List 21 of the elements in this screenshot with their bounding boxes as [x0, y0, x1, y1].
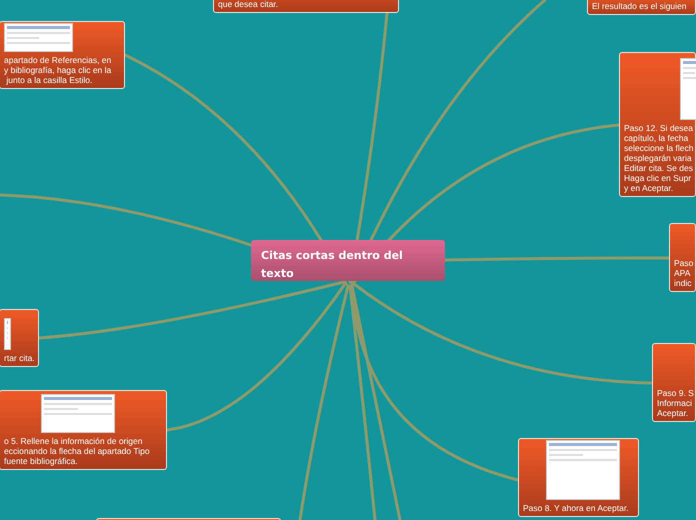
topic-node[interactable]: que desea citar. — [213, 0, 399, 13]
node-text: rtar cita. — [4, 353, 36, 363]
topic-node[interactable]: rtar cita. — [0, 309, 39, 367]
node-text: apartado de Referencias, en y bibliografía, haga clic en la junto a la casilla Estilo. — [4, 55, 112, 85]
node-text: que desea citar. — [218, 0, 280, 9]
screenshot-thumbnail — [4, 318, 11, 350]
topic-node[interactable]: apartado de Referencias, en y bibliografía, haga clic en la junto a la casilla Estilo. — [0, 21, 125, 89]
topic-node[interactable]: o 5. Rellene la información de origen eccionando la flecha del apartado Tipo fuente bibliográfica. — [0, 390, 167, 470]
node-text: El resultado es el siguien — [592, 1, 688, 11]
node-text: o 5. Rellene la información de origen eccionando la flecha del apartado Tipo fuente bibliográfica. — [4, 436, 151, 466]
topic-node[interactable]: Paso 8. Y ahora en Aceptar. — [518, 438, 639, 517]
node-text: Paso 12. Si desea capítulo, la fecha seleccione la flech desplegarán varia Editar cita. Se des Haga clic en Supr y en Aceptar. — [624, 123, 694, 193]
topic-node[interactable]: Paso 12. Si desea capítulo, la fecha seleccione la flech desplegarán varia Editar cita. Se des Haga clic en Supr y en Aceptar. — [619, 52, 696, 197]
screenshot-thumbnail — [4, 23, 73, 52]
node-text: Paso 8. Y ahora en Aceptar. — [523, 503, 630, 513]
node-text: Paso APA indic — [674, 258, 694, 288]
topic-node[interactable]: Paso 9. S Informaci Aceptar. — [652, 343, 696, 422]
node-text: Paso 9. S Informaci Aceptar. — [657, 388, 695, 418]
central-topic[interactable]: Citas cortas dentro del texto — [251, 240, 445, 281]
topic-node[interactable]: Paso APA indic — [669, 223, 696, 292]
topic-node[interactable]: El resultado es el siguien — [587, 0, 696, 15]
